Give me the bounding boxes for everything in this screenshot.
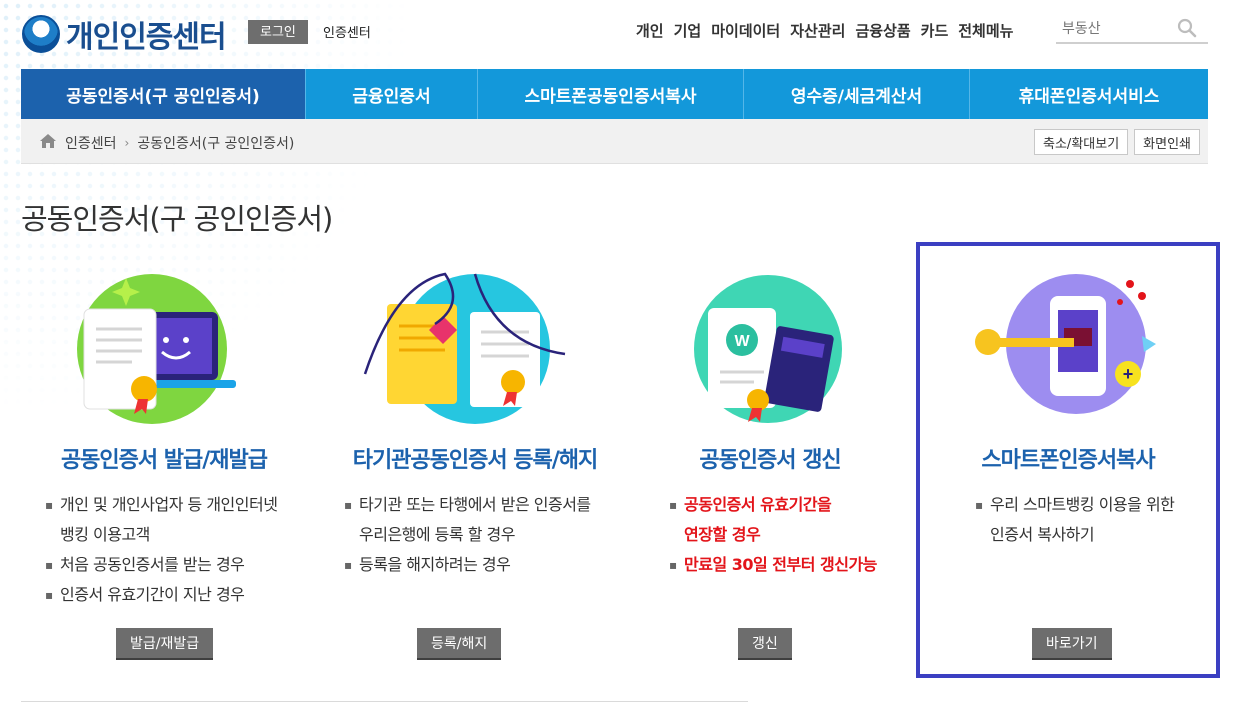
chevron-right-icon: › (124, 136, 130, 150)
list-item: ▪ 인증서 유효기간이 지난 경우 (45, 585, 245, 604)
home-icon[interactable] (39, 133, 57, 153)
card-description: ▪ 우리 스마트뱅킹 이용을 위한 인증서 복사하기 (972, 490, 1238, 550)
top-menu-all[interactable]: 전체메뉴 (958, 20, 1013, 41)
page-tools: 축소/확대보기 화면인쇄 (1034, 129, 1200, 155)
logo-text: 개인인증센터 (66, 20, 227, 55)
breadcrumb-bar: 인증센터 › 공동인증서(구 공인인증서) 축소/확대보기 화면인쇄 (21, 119, 1208, 164)
list-item: 우리은행에 등록 할 경우 (359, 525, 515, 544)
search-icon[interactable] (1174, 15, 1200, 41)
card-title: 공동인증서 갱신 (699, 448, 841, 473)
card-smartphone-copy: + 스마트폰인증서복사 ▪ 우리 스마트뱅킹 이용을 위한 인증서 복사하기 바로… (916, 242, 1220, 678)
print-button[interactable]: 화면인쇄 (1134, 129, 1200, 155)
card-description: ▪ 개인 및 개인사업자 등 개인인터넷 뱅킹 이용고객 ▪ 처음 공동인증서를 받… (42, 490, 342, 610)
card-description: ▪ 타기관 또는 타행에서 받은 인증서를 우리은행에 등록 할 경우 ▪ 등록을 … (341, 490, 641, 580)
list-item: 인증서 복사하기 (990, 525, 1095, 544)
breadcrumb-item-cert-center[interactable]: 인증센터 (65, 133, 117, 153)
card-renew: W 공동인증서 갱신 ▪ 공동인증서 유효기간을 연장할 경우 ▪ 만료일 30일 … (620, 244, 920, 676)
zoom-button[interactable]: 축소/확대보기 (1034, 129, 1129, 155)
main-nav: 공동인증서(구 공인인증서) 금융인증서 스마트폰공동인증서복사 영수증/세금계… (21, 69, 1208, 119)
tab-receipt-invoice[interactable]: 영수증/세금계산서 (744, 69, 970, 119)
logo-emblem-icon (22, 15, 60, 53)
svg-text:+: + (1123, 364, 1134, 384)
cert-center-link[interactable]: 인증센터 (323, 22, 371, 41)
card-register: 타기관공동인증서 등록/해지 ▪ 타기관 또는 타행에서 받은 인증서를 우리은행… (325, 244, 625, 676)
list-item: ▪ 우리 스마트뱅킹 이용을 위한 (975, 495, 1175, 514)
top-menu-personal[interactable]: 개인 (636, 20, 664, 41)
smartphone-key-illustration: + (920, 266, 1216, 436)
top-menu-card[interactable]: 카드 (921, 20, 949, 41)
renew-button[interactable]: 갱신 (738, 628, 792, 658)
tab-financial-cert[interactable]: 금융인증서 (306, 69, 478, 119)
search-box (1056, 14, 1208, 44)
top-menu-mydata[interactable]: 마이데이터 (711, 20, 780, 41)
card-issue: 공동인증서 발급/재발급 ▪ 개인 및 개인사업자 등 개인인터넷 뱅킹 이용고객… (14, 244, 314, 676)
search-input[interactable] (1056, 20, 1174, 36)
breadcrumb: 인증센터 › 공동인증서(구 공인인증서) (39, 133, 294, 153)
card-title: 공동인증서 발급/재발급 (60, 448, 268, 473)
certificate-calculator-illustration: W (620, 264, 920, 434)
top-menu-asset[interactable]: 자산관리 (790, 20, 845, 41)
divider (21, 701, 748, 702)
top-menu-business[interactable]: 기업 (674, 20, 702, 41)
login-button[interactable]: 로그인 (248, 20, 308, 44)
list-item: ▪ 처음 공동인증서를 받는 경우 (45, 555, 245, 574)
tab-phone-cert[interactable]: 휴대폰인증서서비스 (970, 69, 1208, 119)
top-menu: 개인 기업 마이데이터 자산관리 금융상품 카드 전체메뉴 (636, 20, 1013, 41)
go-button[interactable]: 바로가기 (1032, 628, 1112, 658)
list-item: ▪ 개인 및 개인사업자 등 개인인터넷 (45, 495, 278, 514)
svg-text:W: W (734, 333, 750, 350)
certificates-scroll-illustration (325, 264, 625, 434)
top-menu-products[interactable]: 금융상품 (855, 20, 910, 41)
breadcrumb-item-current: 공동인증서(구 공인인증서) (137, 136, 295, 152)
certificate-laptop-illustration (14, 264, 314, 434)
card-title: 타기관공동인증서 등록/해지 (352, 448, 599, 473)
list-item: ▪ 타기관 또는 타행에서 받은 인증서를 (344, 495, 591, 514)
register-button[interactable]: 등록/해지 (417, 628, 502, 658)
tab-joint-cert[interactable]: 공동인증서(구 공인인증서) (21, 69, 306, 119)
tab-smartphone-copy[interactable]: 스마트폰공동인증서복사 (478, 69, 744, 119)
list-item: ▪ 등록을 해지하려는 경우 (344, 555, 511, 574)
site-logo[interactable]: 개인인증센터 (22, 12, 227, 56)
issue-button[interactable]: 발급/재발급 (116, 628, 214, 658)
list-item: 뱅킹 이용고객 (60, 525, 150, 544)
page-title: 공동인증서(구 공인인증서) (21, 202, 333, 236)
card-title: 스마트폰인증서복사 (981, 448, 1155, 473)
